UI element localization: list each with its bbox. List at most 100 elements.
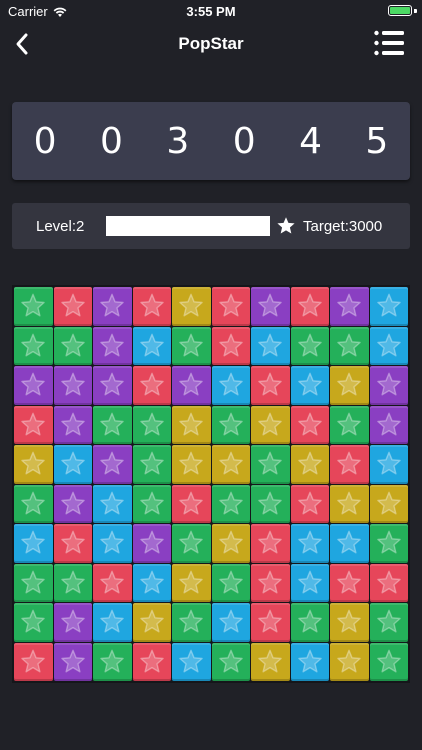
star-tile-green[interactable]: [290, 603, 329, 642]
star-tile-green[interactable]: [330, 326, 369, 365]
star-tile-red[interactable]: [14, 642, 53, 681]
star-tile-purple[interactable]: [172, 366, 211, 405]
star-tile-green[interactable]: [211, 642, 250, 681]
star-tile-blue[interactable]: [132, 563, 171, 602]
star-tile-red[interactable]: [132, 287, 171, 326]
star-tile-purple[interactable]: [132, 524, 171, 563]
star-tile-green[interactable]: [172, 603, 211, 642]
star-tile-blue[interactable]: [132, 326, 171, 365]
star-tile-purple[interactable]: [330, 287, 369, 326]
star-tile-purple[interactable]: [93, 287, 132, 326]
star-tile-red[interactable]: [211, 326, 250, 365]
star-tile-blue[interactable]: [93, 603, 132, 642]
star-tile-blue[interactable]: [369, 287, 408, 326]
star-tile-blue[interactable]: [93, 524, 132, 563]
star-tile-red[interactable]: [330, 445, 369, 484]
star-tile-red[interactable]: [14, 405, 53, 444]
star-tile-red[interactable]: [290, 287, 329, 326]
star-tile-red[interactable]: [251, 524, 290, 563]
star-tile-red[interactable]: [53, 524, 92, 563]
star-tile-yellow[interactable]: [172, 445, 211, 484]
star-tile-yellow[interactable]: [172, 405, 211, 444]
menu-button[interactable]: [374, 30, 404, 56]
star-tile-green[interactable]: [14, 287, 53, 326]
star-tile-green[interactable]: [172, 326, 211, 365]
star-tile-purple[interactable]: [251, 287, 290, 326]
star-tile-red[interactable]: [211, 287, 250, 326]
star-tile-red[interactable]: [132, 642, 171, 681]
star-tile-green[interactable]: [211, 405, 250, 444]
star-tile-purple[interactable]: [53, 642, 92, 681]
star-tile-blue[interactable]: [290, 366, 329, 405]
star-tile-yellow[interactable]: [211, 524, 250, 563]
star-tile-blue[interactable]: [251, 326, 290, 365]
star-tile-blue[interactable]: [369, 326, 408, 365]
star-tile-green[interactable]: [369, 603, 408, 642]
star-tile-yellow[interactable]: [330, 366, 369, 405]
star-tile-yellow[interactable]: [251, 405, 290, 444]
star-tile-red[interactable]: [290, 405, 329, 444]
star-tile-red[interactable]: [251, 603, 290, 642]
star-tile-green[interactable]: [53, 563, 92, 602]
star-tile-yellow[interactable]: [172, 563, 211, 602]
star-tile-yellow[interactable]: [132, 603, 171, 642]
star-tile-green[interactable]: [369, 524, 408, 563]
star-tile-blue[interactable]: [93, 484, 132, 523]
star-tile-green[interactable]: [369, 642, 408, 681]
star-tile-green[interactable]: [211, 563, 250, 602]
star-tile-purple[interactable]: [93, 445, 132, 484]
star-tile-red[interactable]: [290, 484, 329, 523]
star-tile-green[interactable]: [14, 603, 53, 642]
star-tile-blue[interactable]: [290, 563, 329, 602]
star-tile-red[interactable]: [330, 563, 369, 602]
star-tile-red[interactable]: [53, 287, 92, 326]
star-tile-green[interactable]: [211, 484, 250, 523]
star-tile-green[interactable]: [251, 484, 290, 523]
star-tile-purple[interactable]: [53, 603, 92, 642]
star-tile-green[interactable]: [93, 405, 132, 444]
star-tile-red[interactable]: [93, 563, 132, 602]
star-tile-blue[interactable]: [211, 366, 250, 405]
star-tile-blue[interactable]: [211, 603, 250, 642]
star-tile-blue[interactable]: [369, 445, 408, 484]
star-tile-yellow[interactable]: [330, 642, 369, 681]
star-tile-purple[interactable]: [369, 366, 408, 405]
star-tile-blue[interactable]: [172, 642, 211, 681]
star-tile-yellow[interactable]: [14, 445, 53, 484]
star-tile-blue[interactable]: [290, 642, 329, 681]
star-tile-green[interactable]: [14, 484, 53, 523]
star-tile-yellow[interactable]: [172, 287, 211, 326]
star-tile-yellow[interactable]: [251, 642, 290, 681]
star-tile-red[interactable]: [172, 484, 211, 523]
star-tile-green[interactable]: [132, 445, 171, 484]
star-tile-purple[interactable]: [93, 326, 132, 365]
star-tile-green[interactable]: [330, 405, 369, 444]
star-tile-green[interactable]: [14, 326, 53, 365]
star-tile-purple[interactable]: [53, 366, 92, 405]
star-tile-purple[interactable]: [369, 405, 408, 444]
star-tile-yellow[interactable]: [330, 603, 369, 642]
star-tile-yellow[interactable]: [211, 445, 250, 484]
star-tile-purple[interactable]: [93, 366, 132, 405]
star-tile-red[interactable]: [132, 366, 171, 405]
star-tile-blue[interactable]: [330, 524, 369, 563]
star-tile-blue[interactable]: [53, 445, 92, 484]
star-tile-red[interactable]: [251, 563, 290, 602]
star-tile-red[interactable]: [369, 563, 408, 602]
star-tile-purple[interactable]: [14, 366, 53, 405]
star-tile-green[interactable]: [251, 445, 290, 484]
star-tile-purple[interactable]: [53, 405, 92, 444]
star-tile-green[interactable]: [132, 484, 171, 523]
star-tile-green[interactable]: [132, 405, 171, 444]
star-tile-green[interactable]: [14, 563, 53, 602]
star-tile-yellow[interactable]: [369, 484, 408, 523]
star-tile-green[interactable]: [53, 326, 92, 365]
star-tile-green[interactable]: [290, 326, 329, 365]
star-tile-purple[interactable]: [53, 484, 92, 523]
star-tile-green[interactable]: [172, 524, 211, 563]
star-tile-blue[interactable]: [14, 524, 53, 563]
star-tile-red[interactable]: [251, 366, 290, 405]
star-tile-blue[interactable]: [290, 524, 329, 563]
star-tile-yellow[interactable]: [330, 484, 369, 523]
star-tile-yellow[interactable]: [290, 445, 329, 484]
